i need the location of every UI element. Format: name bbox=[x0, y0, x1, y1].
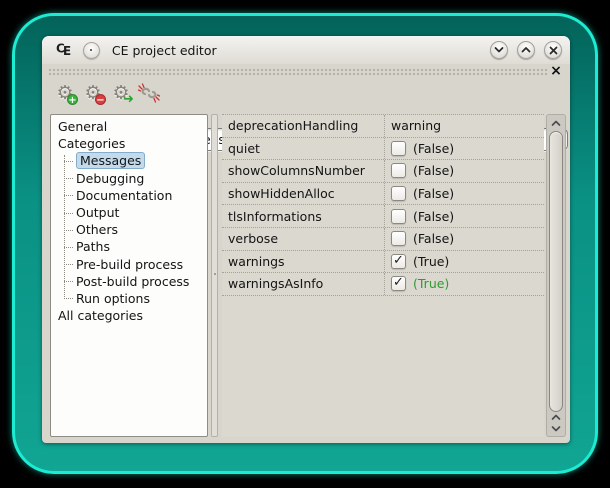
sidebar-item-run-options[interactable]: Run options bbox=[51, 290, 207, 307]
property-name: deprecationHandling bbox=[222, 115, 384, 137]
toolbar: ⚙ + ⚙ − ⚙ ➜ release bbox=[52, 80, 560, 106]
toolbar-close-button[interactable]: × bbox=[548, 63, 564, 79]
chevron-up-icon bbox=[551, 414, 561, 421]
scrollbar-bottom-buttons bbox=[547, 412, 565, 434]
property-name: warnings bbox=[222, 251, 384, 273]
add-configuration-button[interactable]: ⚙ + bbox=[52, 80, 78, 106]
property-value: (False) bbox=[413, 209, 454, 224]
minus-badge-icon: − bbox=[95, 94, 106, 105]
project-editor-window: ₠ CE project editor bbox=[42, 36, 570, 443]
screen: ₠ CE project editor bbox=[0, 0, 610, 488]
checkbox-unchecked[interactable] bbox=[391, 209, 406, 224]
property-name: showHiddenAlloc bbox=[222, 183, 384, 205]
panel-splitter[interactable] bbox=[211, 114, 218, 437]
table-row[interactable]: showHiddenAlloc (False) bbox=[222, 183, 544, 206]
property-name: quiet bbox=[222, 138, 384, 160]
property-value: warning bbox=[391, 118, 441, 133]
sidebar-item-others[interactable]: Others bbox=[51, 221, 207, 238]
toolbar-drag-handle[interactable] bbox=[47, 67, 549, 77]
window-menu-button[interactable] bbox=[83, 42, 100, 59]
table-row[interactable]: quiet (False) bbox=[222, 138, 544, 161]
property-name: tlsInformations bbox=[222, 205, 384, 227]
checkmark-icon: ✓ bbox=[393, 276, 404, 289]
broken-link-icon bbox=[138, 83, 160, 103]
property-value: (True) bbox=[413, 276, 449, 291]
unlink-configuration-button[interactable] bbox=[136, 80, 162, 106]
tree-item-label: Debugging bbox=[76, 171, 144, 186]
category-tree[interactable]: General Categories Messages Debugging Do… bbox=[50, 114, 208, 437]
property-table: deprecationHandling warning quiet (False… bbox=[222, 114, 544, 437]
close-icon bbox=[549, 46, 558, 55]
scrollbar-thumb[interactable] bbox=[549, 131, 563, 412]
sidebar-item-documentation[interactable]: Documentation bbox=[51, 187, 207, 204]
menu-dot-icon bbox=[90, 49, 92, 51]
property-name: warningsAsInfo bbox=[222, 273, 384, 295]
sidebar-item-messages[interactable]: Messages bbox=[51, 152, 207, 169]
property-name: showColumnsNumber bbox=[222, 160, 384, 182]
tree-item-label: All categories bbox=[58, 308, 143, 323]
sidebar-item-post-build[interactable]: Post-build process bbox=[51, 273, 207, 290]
sidebar-item-general[interactable]: General bbox=[51, 118, 207, 135]
table-row[interactable]: deprecationHandling warning bbox=[222, 115, 544, 138]
checkbox-checked[interactable]: ✓ bbox=[391, 254, 406, 269]
chevron-down-icon bbox=[494, 46, 504, 54]
tree-item-label: Others bbox=[76, 222, 118, 237]
checkbox-unchecked[interactable] bbox=[391, 141, 406, 156]
checkbox-checked[interactable]: ✓ bbox=[391, 276, 406, 291]
scroll-down-button[interactable] bbox=[547, 423, 565, 434]
table-row[interactable]: warningsAsInfo ✓ (True) bbox=[222, 273, 544, 296]
chevron-down-icon bbox=[551, 425, 561, 432]
property-value: (False) bbox=[413, 141, 454, 156]
plus-badge-icon: + bbox=[67, 94, 78, 105]
tree-item-label: General bbox=[58, 119, 107, 134]
checkbox-unchecked[interactable] bbox=[391, 231, 406, 246]
tree-item-label: Run options bbox=[76, 291, 150, 306]
sidebar-item-categories[interactable]: Categories bbox=[51, 135, 207, 152]
tree-item-label: Categories bbox=[58, 136, 125, 151]
tree-item-label-selected: Messages bbox=[76, 152, 145, 169]
scroll-up-button[interactable] bbox=[547, 412, 565, 423]
property-value: (False) bbox=[413, 186, 454, 201]
property-value: (False) bbox=[413, 231, 454, 246]
export-configuration-button[interactable]: ⚙ ➜ bbox=[108, 80, 134, 106]
vertical-scrollbar[interactable] bbox=[546, 114, 566, 437]
tree-item-label: Paths bbox=[76, 239, 110, 254]
sidebar-item-output[interactable]: Output bbox=[51, 204, 207, 221]
tree-item-label: Output bbox=[76, 205, 119, 220]
sidebar-item-debugging[interactable]: Debugging bbox=[51, 170, 207, 187]
property-value: (True) bbox=[413, 254, 449, 269]
titlebar[interactable]: ₠ CE project editor bbox=[42, 36, 570, 64]
tree-item-label: Pre-build process bbox=[76, 257, 183, 272]
checkmark-icon: ✓ bbox=[393, 254, 404, 267]
property-name: verbose bbox=[222, 228, 384, 250]
sidebar-item-pre-build[interactable]: Pre-build process bbox=[51, 256, 207, 273]
app-logo-icon: ₠ bbox=[56, 42, 71, 58]
tree-item-label: Documentation bbox=[76, 188, 172, 203]
chevron-up-icon bbox=[551, 120, 561, 127]
tree-item-label: Post-build process bbox=[76, 274, 189, 289]
window-title: CE project editor bbox=[112, 43, 217, 58]
chevron-up-icon bbox=[521, 46, 531, 54]
table-row[interactable]: showColumnsNumber (False) bbox=[222, 160, 544, 183]
unshade-button[interactable] bbox=[517, 41, 535, 59]
shade-button[interactable] bbox=[490, 41, 508, 59]
close-button[interactable] bbox=[544, 41, 562, 59]
sidebar-item-all-categories[interactable]: All categories bbox=[51, 307, 207, 324]
table-row[interactable]: tlsInformations (False) bbox=[222, 205, 544, 228]
table-row[interactable]: warnings ✓ (True) bbox=[222, 251, 544, 274]
checkbox-unchecked[interactable] bbox=[391, 186, 406, 201]
main-area: General Categories Messages Debugging Do… bbox=[42, 114, 570, 437]
arrow-badge-icon: ➜ bbox=[122, 95, 135, 106]
remove-configuration-button[interactable]: ⚙ − bbox=[80, 80, 106, 106]
checkbox-unchecked[interactable] bbox=[391, 163, 406, 178]
property-value: (False) bbox=[413, 163, 454, 178]
sidebar-item-paths[interactable]: Paths bbox=[51, 238, 207, 255]
table-row[interactable]: verbose (False) bbox=[222, 228, 544, 251]
scroll-up-button[interactable] bbox=[547, 117, 565, 129]
